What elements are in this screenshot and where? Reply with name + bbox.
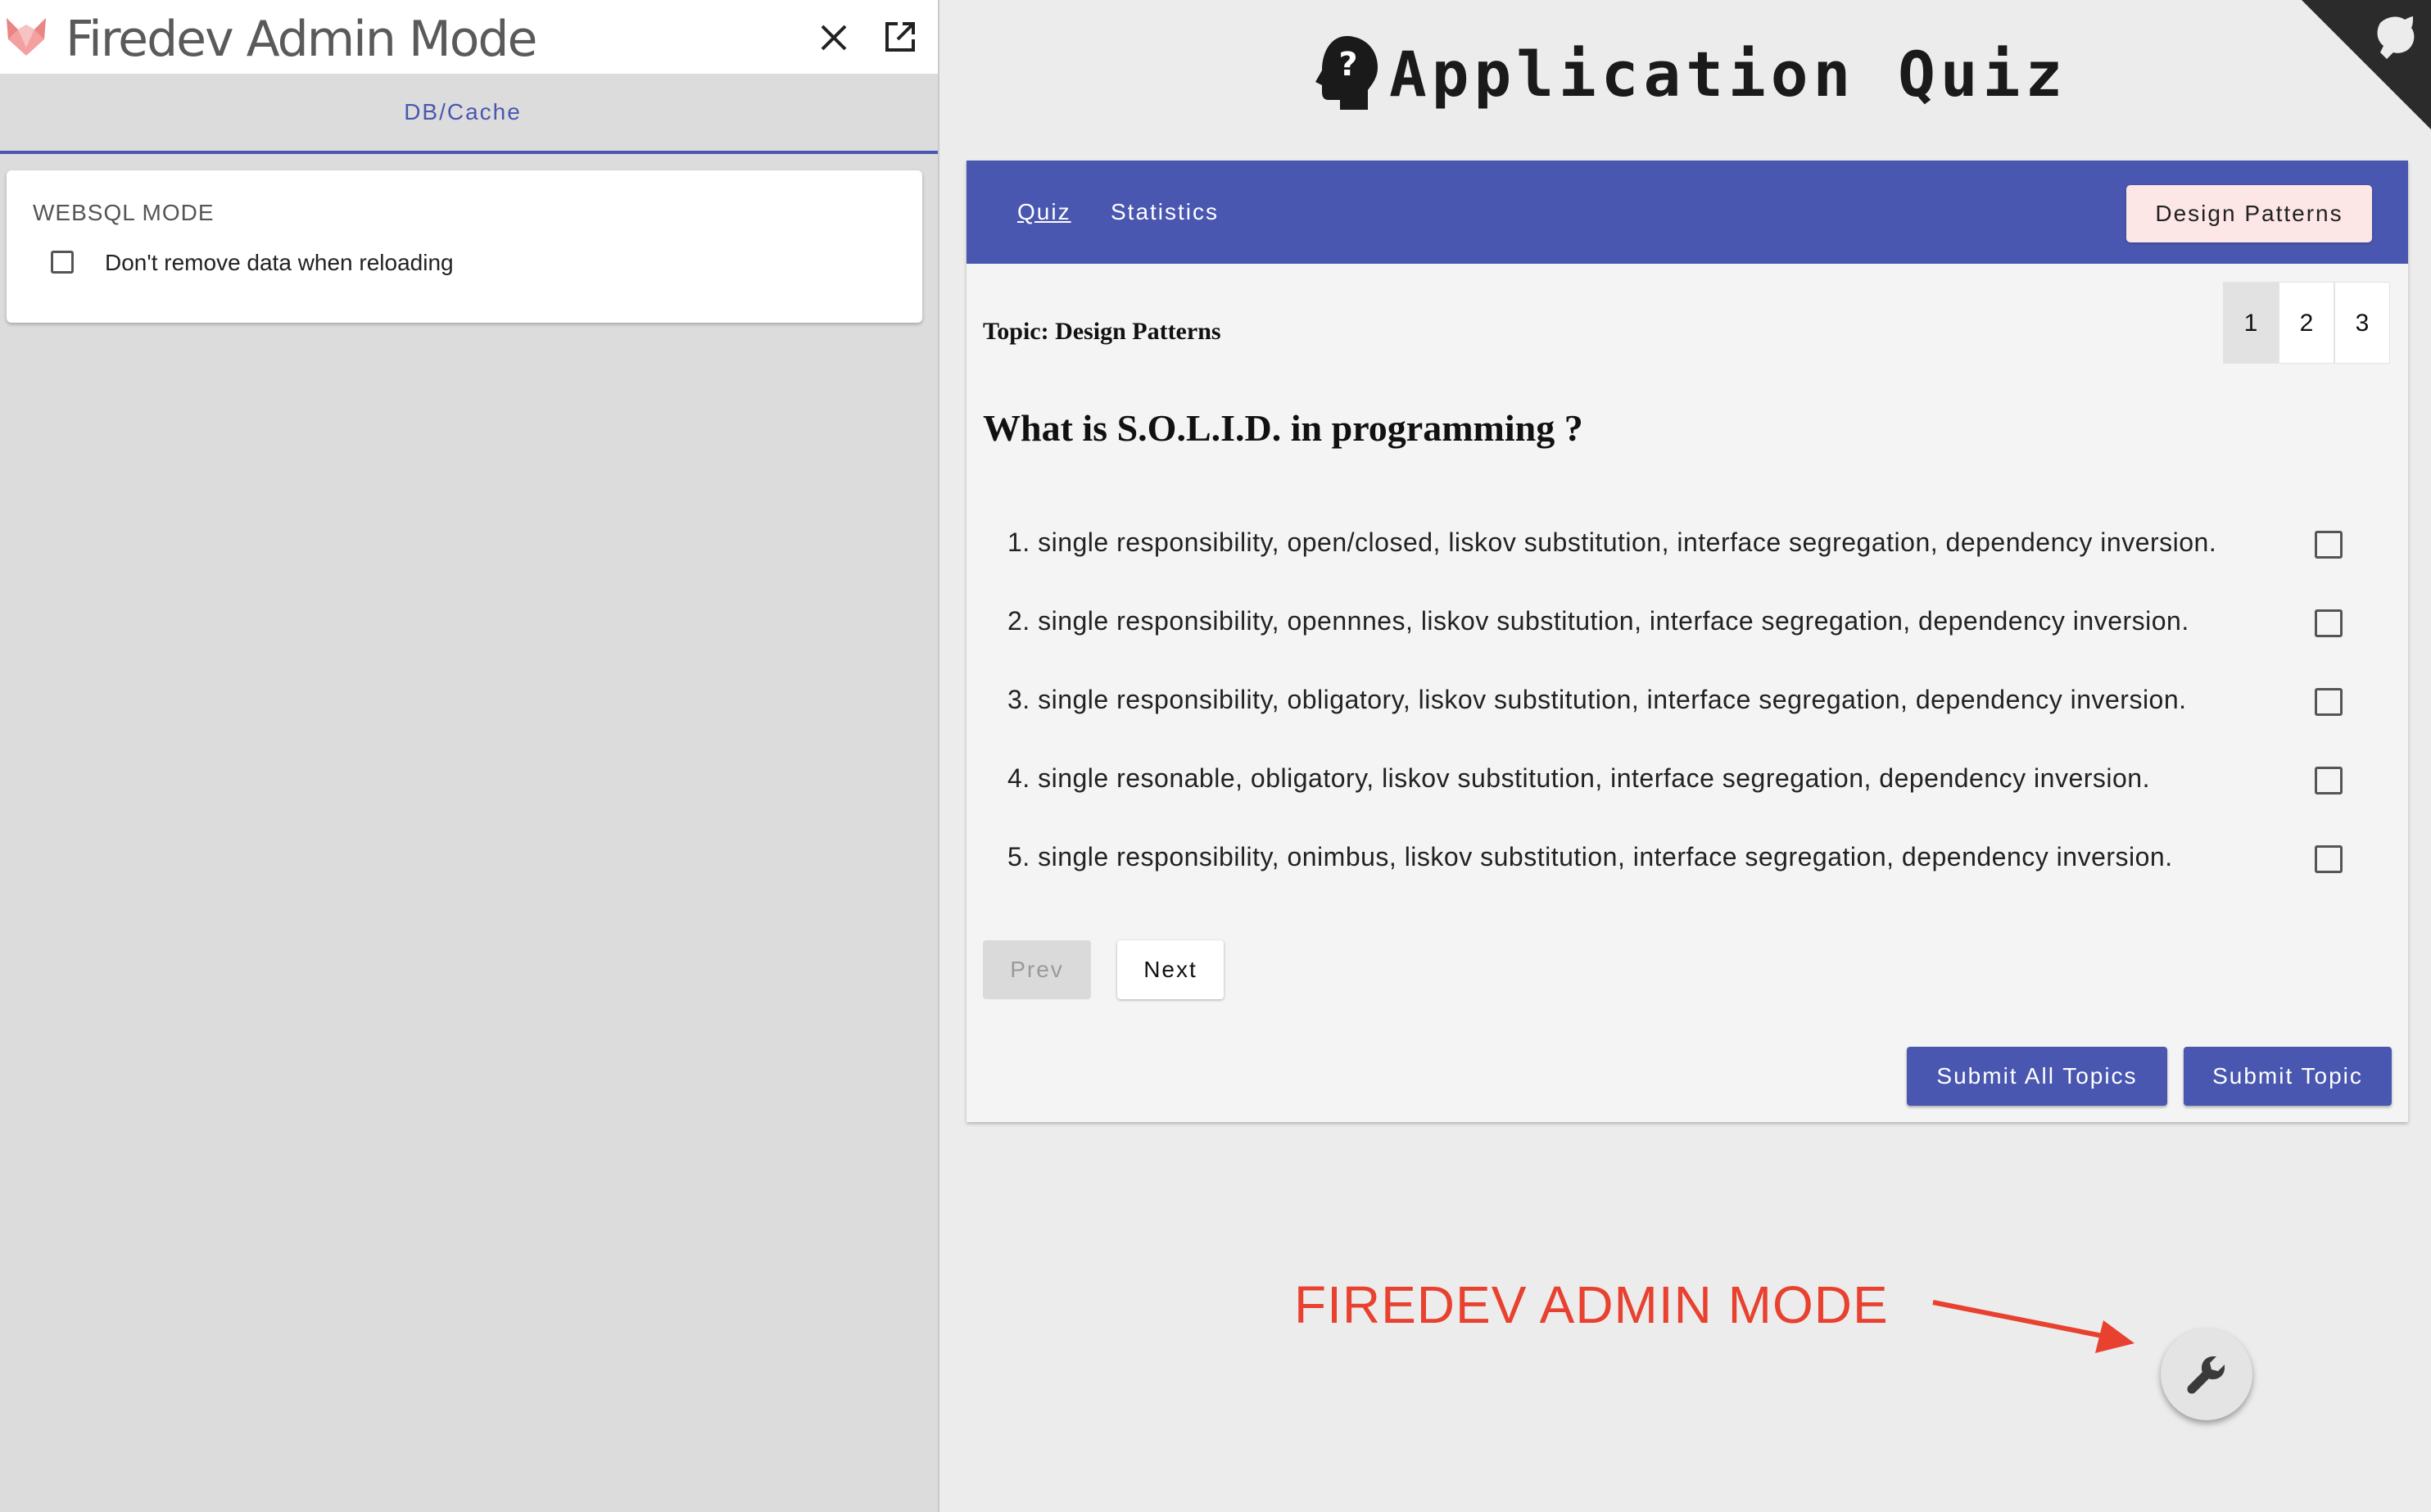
head-question-icon: ? [1315, 36, 1378, 110]
answer-row: 2. single responsibility, opennnes, lisk… [1007, 598, 2375, 647]
answer-row: 5. single responsibility, onimbus, lisko… [1007, 834, 2375, 883]
next-button[interactable]: Next [1117, 940, 1224, 999]
close-icon[interactable] [817, 21, 850, 54]
annotation-label: FIREDEV ADMIN MODE [1294, 1275, 1889, 1334]
quiz-toolbar: Quiz Statistics Design Patterns [967, 161, 2408, 264]
prev-button[interactable]: Prev [983, 940, 1091, 999]
admin-panel-title: Firedev Admin Mode [66, 11, 537, 68]
page-button-3[interactable]: 3 [2334, 282, 2390, 364]
topic-label: Topic: Design Patterns [983, 318, 1221, 345]
websql-card: WEBSQL MODE Don't remove data when reloa… [7, 170, 922, 323]
question-pager: 1 2 3 [2223, 282, 2390, 364]
svg-text:?: ? [1338, 46, 1357, 84]
wrench-icon [2187, 1356, 2225, 1394]
page-button-1[interactable]: 1 [2223, 282, 2279, 364]
nav-quiz-link[interactable]: Quiz [1017, 161, 1071, 264]
nav-statistics-link[interactable]: Statistics [1111, 161, 1219, 264]
answer-checkbox[interactable] [2315, 688, 2343, 716]
fox-logo-icon [7, 18, 46, 56]
topic-select-button[interactable]: Design Patterns [2126, 185, 2372, 242]
admin-mode-fab[interactable] [2161, 1329, 2252, 1420]
github-corner-icon[interactable] [2302, 0, 2431, 129]
answer-checkbox[interactable] [2315, 767, 2343, 794]
annotation-arrow-icon [1932, 1300, 2134, 1353]
answer-row: 3. single responsibility, obligatory, li… [1007, 677, 2375, 726]
websql-title: WEBSQL MODE [33, 200, 215, 225]
open-in-new-icon[interactable] [883, 20, 917, 54]
tab-db-cache[interactable]: DB/Cache [0, 74, 926, 151]
submit-all-topics-button[interactable]: Submit All Topics [1907, 1047, 2167, 1106]
answer-row: 1. single responsibility, open/closed, l… [1007, 519, 2375, 568]
answer-checkbox[interactable] [2315, 609, 2343, 637]
answer-text: 2. single responsibility, opennnes, lisk… [1007, 606, 2189, 636]
admin-panel: Firedev Admin Mode DB/Cache WEBSQL MODE … [0, 0, 939, 1512]
question-text: What is S.O.L.I.D. in programming ? [983, 407, 1583, 449]
keep-data-checkbox[interactable] [51, 251, 74, 274]
answer-text: 4. single resonable, obligatory, liskov … [1007, 763, 2150, 793]
admin-tab-bar: DB/Cache [0, 74, 938, 154]
quiz-card: Quiz Statistics Design Patterns Topic: D… [967, 161, 2408, 1122]
answer-text: 5. single responsibility, onimbus, lisko… [1007, 842, 2173, 871]
answer-checkbox[interactable] [2315, 531, 2343, 559]
submit-topic-button[interactable]: Submit Topic [2184, 1047, 2392, 1106]
answer-checkbox[interactable] [2315, 845, 2343, 873]
answer-row: 4. single resonable, obligatory, liskov … [1007, 755, 2375, 804]
keep-data-label: Don't remove data when reloading [105, 250, 454, 275]
answer-text: 1. single responsibility, open/closed, l… [1007, 527, 2217, 557]
admin-header: Firedev Admin Mode [0, 0, 938, 74]
app-title: Application Quiz [1389, 38, 2068, 111]
page-button-2[interactable]: 2 [2279, 282, 2334, 364]
answer-text: 3. single responsibility, obligatory, li… [1007, 685, 2187, 714]
